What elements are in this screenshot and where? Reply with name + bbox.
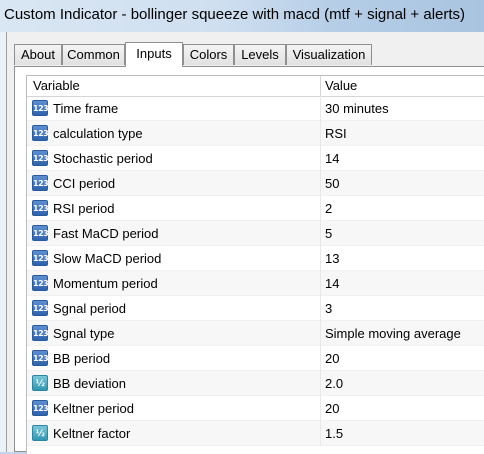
cell-divider	[320, 121, 321, 146]
integer-icon: 123	[32, 250, 49, 266]
cell-divider	[320, 96, 321, 121]
variable-name: CCI period	[53, 176, 116, 191]
cell-divider	[320, 196, 321, 221]
variable-name: BB deviation	[53, 376, 126, 391]
double-icon: ½	[32, 425, 48, 441]
variable-name: Momentum period	[53, 276, 158, 291]
cell-divider	[320, 146, 321, 171]
variable-name: Stochastic period	[53, 151, 153, 166]
table-row[interactable]: 123 BB period 20	[27, 346, 484, 371]
cell-divider	[320, 221, 321, 246]
table-row[interactable]: ½ Keltner factor 1.5	[27, 421, 484, 446]
variable-value[interactable]: 1.5	[325, 421, 343, 446]
integer-icon: 123	[32, 350, 49, 366]
variable-value[interactable]: 2.0	[325, 371, 343, 396]
variable-value[interactable]: 13	[325, 246, 339, 271]
integer-icon: 123	[32, 300, 49, 316]
cell-divider	[320, 296, 321, 321]
table-header: Variable Value	[27, 76, 484, 97]
table-row[interactable]: 123 Slow MaCD period 13	[27, 246, 484, 271]
variable-name: Sgnal type	[53, 326, 115, 341]
variable-name: Time frame	[53, 101, 119, 116]
variable-name: Fast MaCD period	[53, 226, 159, 241]
cell-divider	[320, 371, 321, 396]
cell-divider	[320, 321, 321, 346]
tab-inputs[interactable]: Inputs	[125, 42, 183, 67]
table-row[interactable]: 123 Momentum period 14	[27, 271, 484, 296]
cell-divider	[320, 246, 321, 271]
column-header-variable[interactable]: Variable	[33, 76, 80, 96]
integer-icon: 123	[32, 125, 49, 141]
variable-name: Keltner period	[53, 401, 134, 416]
tab-visualization[interactable]: Visualization	[286, 44, 372, 65]
variable-value[interactable]: 14	[325, 271, 339, 296]
table-row[interactable]: 123 Keltner period 20	[27, 396, 484, 421]
cell-divider	[320, 271, 321, 296]
table-row[interactable]: 123 CCI period 50	[27, 171, 484, 196]
table-row[interactable]: 123 Stochastic period 14	[27, 146, 484, 171]
inputs-table: Variable Value 123 Time frame 30 minutes 12…	[26, 75, 484, 454]
inputs-panel: Variable Value 123 Time frame 30 minutes 12…	[14, 66, 484, 454]
integer-icon: 123	[32, 400, 49, 416]
table-row[interactable]: ½ BB deviation 2.0	[27, 371, 484, 396]
variable-value[interactable]: 30 minutes	[325, 96, 389, 121]
table-row[interactable]: 123 calculation type RSI	[27, 121, 484, 146]
table-row[interactable]: 123 Fast MaCD period 5	[27, 221, 484, 246]
variable-value[interactable]: 50	[325, 171, 339, 196]
table-row[interactable]: 123 RSI period 2	[27, 196, 484, 221]
window-frame: About Common Inputs Colors Levels Visual…	[0, 32, 484, 454]
integer-icon: 123	[32, 175, 49, 191]
column-divider[interactable]	[320, 76, 321, 96]
table-row[interactable]: 123 Time frame 30 minutes	[27, 96, 484, 121]
integer-icon: 123	[32, 200, 49, 216]
integer-icon: 123	[32, 225, 49, 241]
tab-about[interactable]: About	[14, 44, 62, 65]
cell-divider	[320, 421, 321, 446]
tab-colors[interactable]: Colors	[183, 44, 234, 65]
column-header-value[interactable]: Value	[325, 76, 357, 96]
integer-icon: 123	[32, 325, 49, 341]
variable-name: Slow MaCD period	[53, 251, 162, 266]
window-titlebar[interactable]: Custom Indicator - bollinger squeeze wit…	[0, 0, 484, 32]
cell-divider	[320, 396, 321, 421]
variable-value[interactable]: 2	[325, 196, 332, 221]
cell-divider	[320, 346, 321, 371]
tab-common[interactable]: Common	[62, 44, 125, 65]
integer-icon: 123	[32, 275, 49, 291]
variable-name: RSI period	[53, 201, 115, 216]
variable-name: BB period	[53, 351, 111, 366]
variable-name: Keltner factor	[53, 426, 131, 441]
variable-value[interactable]: 3	[325, 296, 332, 321]
window-title: Custom Indicator - bollinger squeeze wit…	[4, 6, 466, 23]
table-row[interactable]: 123 Sgnal type Simple moving average	[27, 321, 484, 346]
variable-value[interactable]: Simple moving average	[325, 321, 461, 346]
integer-icon: 123	[32, 100, 49, 116]
integer-icon: 123	[32, 150, 49, 166]
variable-value[interactable]: 5	[325, 221, 332, 246]
dialog-client-area: About Common Inputs Colors Levels Visual…	[6, 32, 484, 454]
double-icon: ½	[32, 375, 48, 391]
tab-levels[interactable]: Levels	[234, 44, 286, 65]
variable-name: calculation type	[53, 126, 143, 141]
variable-value[interactable]: 20	[325, 346, 339, 371]
variable-name: Sgnal period	[53, 301, 126, 316]
variable-value[interactable]: 14	[325, 146, 339, 171]
variable-value[interactable]: RSI	[325, 121, 347, 146]
table-row[interactable]: 123 Sgnal period 3	[27, 296, 484, 321]
variable-value[interactable]: 20	[325, 396, 339, 421]
cell-divider	[320, 171, 321, 196]
